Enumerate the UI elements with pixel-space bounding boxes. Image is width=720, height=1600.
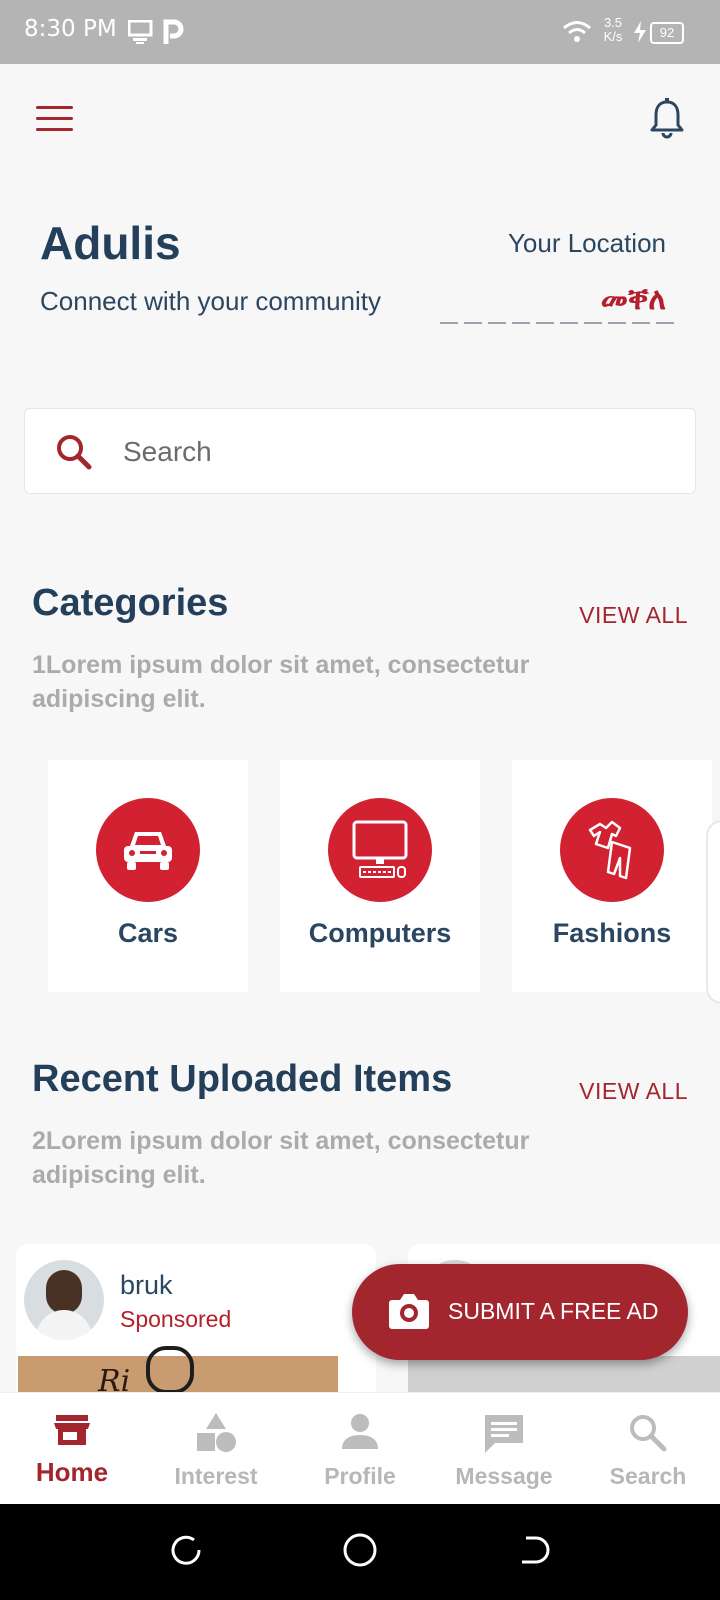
recent-item-card[interactable]: bruk Sponsored Ri (16, 1244, 376, 1404)
parking-icon (163, 19, 184, 44)
notification-icon (128, 20, 153, 44)
nav-search[interactable]: Search (576, 1393, 720, 1505)
location-label: Your Location (507, 228, 666, 258)
nav-interest[interactable]: Interest (144, 1393, 288, 1505)
location-underline (440, 322, 676, 324)
hamburger-line (36, 128, 73, 131)
wifi-icon (563, 21, 591, 42)
category-card-fashions[interactable]: Fashions (512, 760, 712, 992)
recent-description: 2Lorem ipsum dolor sit amet, consectetur… (32, 1127, 530, 1189)
next-category-card-edge (706, 820, 720, 1004)
category-card-cars[interactable]: Cars (48, 760, 248, 992)
search-icon (57, 435, 92, 470)
category-icon-circle (96, 798, 200, 902)
search-box[interactable] (24, 408, 696, 494)
nav-label: Home (35, 1457, 109, 1487)
location-selector[interactable]: መቐለ (601, 282, 666, 317)
clothes-icon (588, 820, 632, 880)
category-label: Computers (308, 918, 452, 948)
category-icon-circle (328, 798, 432, 902)
bottom-navigation: Home Interest Profile Message Search (0, 1392, 720, 1505)
item-sponsored-tag: Sponsored (120, 1306, 232, 1332)
category-label: Fashions (552, 918, 672, 948)
back-icon[interactable] (518, 1534, 550, 1566)
store-icon (54, 1415, 90, 1445)
category-label: Cars (117, 918, 179, 948)
avatar (24, 1260, 104, 1340)
category-card-computers[interactable]: Computers (280, 760, 480, 992)
recent-title: Recent Uploaded Items (32, 1058, 453, 1100)
shapes-icon (197, 1413, 236, 1452)
nav-label: Search (609, 1463, 687, 1489)
item-user-name: bruk (120, 1270, 173, 1300)
bell-icon[interactable] (650, 98, 684, 140)
nav-message[interactable]: Message (432, 1393, 576, 1505)
nav-label: Interest (174, 1463, 258, 1489)
chat-icon (485, 1415, 523, 1453)
search-input[interactable] (121, 427, 665, 477)
hamburger-line (36, 106, 73, 109)
status-bar: 8:30 PM 3.5 K/s 92 (0, 0, 720, 64)
camera-icon (389, 1294, 429, 1329)
battery-indicator: 92 (650, 22, 684, 44)
category-icon-circle (560, 798, 664, 902)
recents-icon[interactable] (170, 1534, 202, 1566)
categories-title: Categories (32, 582, 229, 624)
person-icon (342, 1414, 378, 1449)
categories-description: 1Lorem ipsum dolor sit amet, consectetur… (32, 651, 530, 713)
nav-label: Message (455, 1463, 553, 1489)
menu-button[interactable] (36, 104, 76, 134)
nav-label: Profile (324, 1463, 396, 1489)
home-circle-icon[interactable] (342, 1532, 378, 1568)
computer-icon (352, 820, 408, 878)
recent-view-all[interactable]: VIEW ALL (579, 1078, 688, 1105)
status-time: 8:30 PM (24, 16, 117, 42)
nav-profile[interactable]: Profile (288, 1393, 432, 1505)
system-navigation-bar (0, 1504, 720, 1600)
app-title: Adulis (40, 217, 181, 269)
submit-ad-button[interactable]: SUBMIT A FREE AD (352, 1264, 688, 1360)
app-subtitle: Connect with your community (40, 286, 382, 316)
nav-home[interactable]: Home (0, 1393, 144, 1505)
submit-ad-label: SUBMIT A FREE AD (448, 1298, 659, 1324)
categories-view-all[interactable]: VIEW ALL (579, 602, 688, 629)
search-icon (630, 1415, 667, 1452)
hamburger-line (36, 117, 73, 120)
charging-icon (634, 21, 646, 43)
car-icon (124, 832, 172, 870)
network-speed: 3.5 K/s (603, 15, 623, 44)
